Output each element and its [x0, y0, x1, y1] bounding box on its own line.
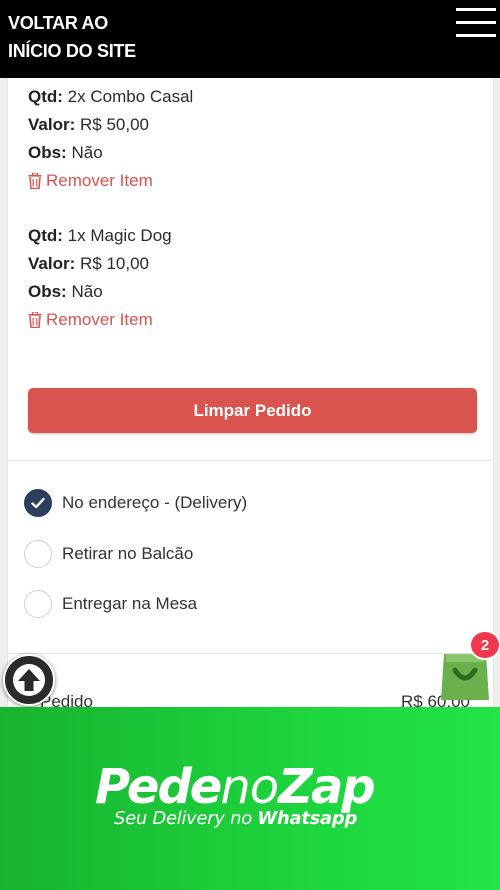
arrow-up-icon — [13, 664, 45, 696]
cart-item: Qtd: 1x Magic Dog Valor: R$ 10,00 Obs: N… — [28, 222, 172, 334]
cart-item: Qtd: 2x Combo Casal Valor: R$ 50,00 Obs:… — [28, 83, 193, 195]
remove-item-button[interactable]: Remover Item — [28, 306, 172, 334]
delivery-option-label: Retirar no Balcão — [62, 544, 194, 563]
delivery-option-address[interactable]: No endereço - (Delivery) — [24, 488, 247, 518]
obs-label: Obs: — [28, 282, 67, 301]
obs-label: Obs: — [28, 143, 67, 162]
brand-part-pede: Pede — [95, 759, 222, 815]
qtd-label: Qtd: — [28, 226, 63, 245]
divider — [8, 653, 493, 654]
scroll-to-top-button[interactable] — [3, 654, 55, 706]
check-icon — [31, 497, 45, 509]
back-link-line1: VOLTAR AO — [8, 13, 108, 33]
radio-unchecked[interactable] — [24, 540, 52, 568]
menu-icon[interactable] — [456, 6, 498, 40]
trash-icon — [28, 312, 42, 328]
valor-value: R$ 50,00 — [79, 115, 149, 134]
clear-order-button[interactable]: Limpar Pedido — [28, 388, 477, 433]
brand-banner[interactable]: PedenoZap Seu Delivery no Whatsapp — [0, 707, 500, 890]
obs-value: Não — [71, 282, 103, 301]
remove-item-button[interactable]: Remover Item — [28, 167, 193, 195]
order-card: Qtd: 2x Combo Casal Valor: R$ 50,00 Obs:… — [7, 78, 494, 718]
delivery-option-label: No endereço - (Delivery) — [62, 493, 248, 512]
valor-value: R$ 10,00 — [79, 254, 149, 273]
brand-part-no: no — [220, 759, 279, 815]
delivery-option-table[interactable]: Entregar na Mesa — [24, 589, 197, 619]
tagline-bold: Whatsapp — [257, 808, 358, 829]
brand-logo: PedenoZap — [95, 759, 376, 815]
obs-value: Não — [71, 143, 103, 162]
cart-count-badge: 2 — [469, 630, 500, 660]
delivery-option-counter[interactable]: Retirar no Balcão — [24, 539, 193, 569]
trash-icon — [28, 173, 42, 189]
valor-label: Valor: — [28, 254, 76, 273]
back-link-line2: INÍCIO DO SITE — [8, 41, 136, 61]
divider — [8, 460, 493, 461]
valor-label: Valor: — [28, 115, 76, 134]
radio-unchecked[interactable] — [24, 590, 52, 618]
brand-tagline: Seu Delivery no Whatsapp — [114, 808, 357, 829]
remove-item-label: Remover Item — [46, 310, 153, 329]
cart-button[interactable]: 2 — [437, 630, 500, 702]
delivery-option-label: Entregar na Mesa — [62, 594, 198, 613]
qtd-value: 2x Combo Casal — [67, 87, 194, 106]
brand-part-zap: Zap — [278, 759, 376, 815]
top-bar: VOLTAR AO INÍCIO DO SITE — [0, 0, 500, 78]
qtd-value: 1x Magic Dog — [67, 226, 172, 245]
back-to-site-link[interactable]: VOLTAR AO INÍCIO DO SITE — [8, 9, 136, 65]
remove-item-label: Remover Item — [46, 171, 153, 190]
qtd-label: Qtd: — [28, 87, 63, 106]
radio-checked[interactable] — [24, 489, 52, 517]
tagline-text: Seu Delivery no — [114, 808, 252, 829]
